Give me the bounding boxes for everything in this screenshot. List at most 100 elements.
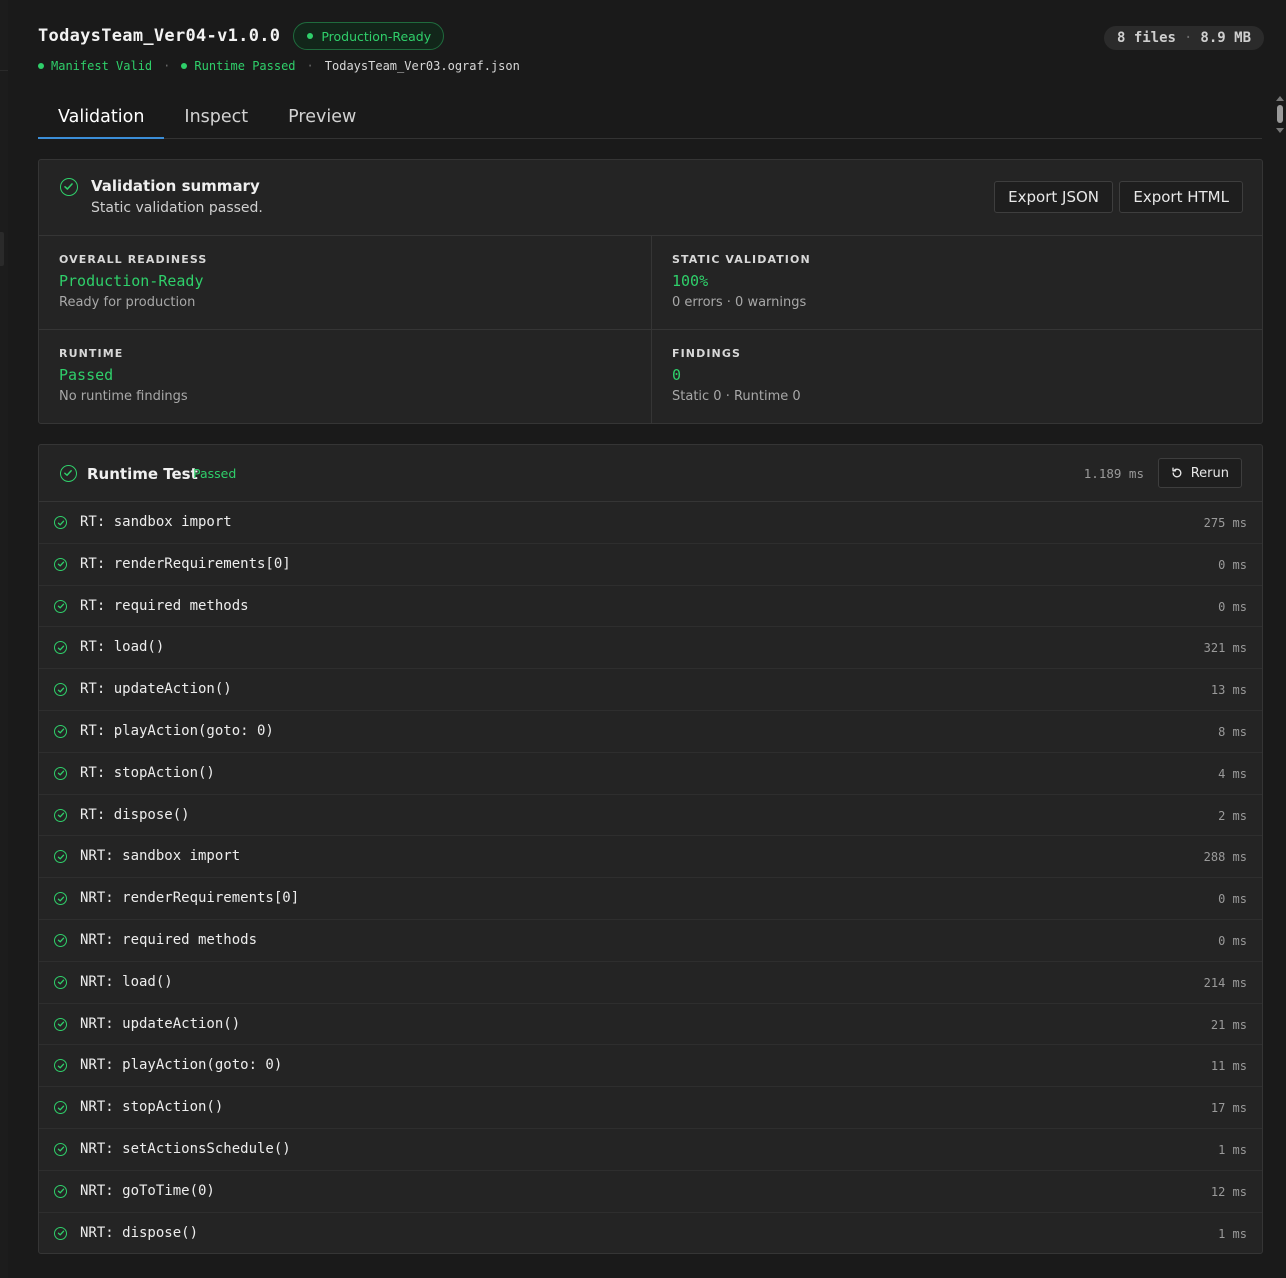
left-panel-divider <box>0 70 8 71</box>
check-circle-icon <box>54 1059 67 1073</box>
status-meta-row: Manifest Valid · Runtime Passed · Todays… <box>38 59 1264 73</box>
test-name: NRT: playAction(goto: 0) <box>80 1057 283 1074</box>
test-name: RT: required methods <box>80 597 249 614</box>
summary-header: Validation summary Static validation pas… <box>39 160 1262 236</box>
test-duration: 1 ms <box>1218 1142 1247 1157</box>
check-circle-icon <box>54 599 67 613</box>
check-circle-icon <box>54 724 67 738</box>
readiness-cell: OVERALL READINESS Production-Ready Ready… <box>39 236 651 330</box>
test-name: RT: updateAction() <box>80 681 232 698</box>
table-row: NRT: sandbox import 288 ms <box>39 836 1262 879</box>
table-row: RT: dispose() 2 ms <box>39 795 1262 837</box>
package-size: 8.9 MB <box>1200 30 1251 46</box>
tab-preview[interactable]: Preview <box>268 96 376 138</box>
test-duration: 0 ms <box>1218 557 1247 572</box>
tabs-scroll-indicator[interactable] <box>1276 96 1284 136</box>
scroll-up-icon[interactable] <box>1276 96 1284 101</box>
table-row: RT: renderRequirements[0] 0 ms <box>39 544 1262 586</box>
table-row: NRT: setActionsSchedule() 1 ms <box>39 1129 1262 1171</box>
check-circle-icon <box>54 641 67 655</box>
test-duration: 288 ms <box>1203 850 1247 865</box>
test-name: NRT: load() <box>80 973 173 990</box>
summary-subtitle: Static validation passed. <box>91 200 263 216</box>
static-validation-label: STATIC VALIDATION <box>672 253 811 266</box>
table-row: NRT: updateAction() 21 ms <box>39 1004 1262 1046</box>
table-row: RT: playAction(goto: 0) 8 ms <box>39 711 1262 753</box>
files-size-pill: 8 files · 8.9 MB <box>1103 26 1264 50</box>
rerun-button[interactable]: Rerun <box>1157 458 1242 488</box>
test-duration: 13 ms <box>1210 683 1247 698</box>
tab-inspect[interactable]: Inspect <box>164 96 268 138</box>
test-name: NRT: setActionsSchedule() <box>80 1140 291 1157</box>
test-duration: 0 ms <box>1218 892 1247 907</box>
test-name: RT: sandbox import <box>80 514 232 530</box>
findings-sub: Static 0 · Runtime 0 <box>672 389 801 404</box>
main-tabs: Validation Inspect Preview <box>38 96 1262 139</box>
summary-grid: OVERALL READINESS Production-Ready Ready… <box>39 236 1263 424</box>
check-circle-icon <box>54 892 67 906</box>
test-duration: 214 ms <box>1203 975 1247 990</box>
test-duration: 2 ms <box>1218 808 1247 823</box>
runtime-status-label: Runtime Passed <box>194 59 296 73</box>
check-circle-icon <box>54 1142 67 1156</box>
readiness-label: OVERALL READINESS <box>59 253 208 266</box>
tab-validation[interactable]: Validation <box>38 96 165 139</box>
scroll-down-icon[interactable] <box>1276 128 1284 133</box>
test-duration: 1 ms <box>1218 1226 1247 1241</box>
left-panel-edge <box>0 0 8 1278</box>
check-circle-icon <box>54 1017 67 1031</box>
runtime-label: RUNTIME <box>59 347 124 360</box>
test-duration: 8 ms <box>1218 724 1247 739</box>
export-json-button[interactable]: Export JSON <box>994 181 1113 213</box>
package-header: TodaysTeam_Ver04-v1.0.0 Production-Ready… <box>38 20 1264 80</box>
check-circle-icon <box>54 516 67 529</box>
runtime-cell: RUNTIME Passed No runtime findings <box>39 330 651 424</box>
status-dot-icon <box>181 63 188 69</box>
summary-title: Validation summary <box>91 177 260 195</box>
readiness-value: Production-Ready <box>59 272 204 290</box>
table-row: NRT: load() 214 ms <box>39 962 1262 1004</box>
readiness-badge-label: Production-Ready <box>321 28 432 44</box>
test-name: RT: renderRequirements[0] <box>80 555 291 572</box>
test-name: RT: load() <box>80 639 165 656</box>
table-row: RT: stopAction() 4 ms <box>39 753 1262 795</box>
check-circle-icon <box>54 850 67 864</box>
test-duration: 0 ms <box>1218 933 1247 948</box>
check-circle-icon <box>54 933 67 947</box>
export-html-button[interactable]: Export HTML <box>1119 181 1243 213</box>
findings-cell: FINDINGS 0 Static 0 · Runtime 0 <box>651 330 1263 424</box>
static-validation-value: 100% <box>672 272 709 290</box>
table-row: RT: sandbox import 275 ms <box>39 502 1262 544</box>
test-name: RT: dispose() <box>80 806 190 823</box>
check-circle-icon <box>54 1101 67 1115</box>
check-circle-icon <box>54 1226 67 1240</box>
check-circle-icon <box>54 808 67 822</box>
scroll-thumb[interactable] <box>1277 105 1283 123</box>
table-row: RT: required methods 0 ms <box>39 586 1262 628</box>
test-name: NRT: goToTime(0) <box>80 1182 215 1199</box>
runtime-sub: No runtime findings <box>59 389 188 404</box>
runtime-value: Passed <box>59 366 114 384</box>
runtime-test-card: Runtime Test Passed 1.189 ms Rerun RT: s… <box>38 444 1263 1254</box>
test-duration: 0 ms <box>1218 599 1247 614</box>
check-circle-icon <box>60 465 77 482</box>
findings-value: 0 <box>672 366 682 384</box>
left-panel-resize-handle[interactable] <box>0 232 4 266</box>
runtime-test-title: Runtime Test <box>87 465 198 483</box>
table-row: NRT: goToTime(0) 12 ms <box>39 1171 1262 1213</box>
table-row: NRT: stopAction() 17 ms <box>39 1087 1262 1129</box>
package-title: TodaysTeam_Ver04-v1.0.0 <box>38 26 281 46</box>
manifest-status-label: Manifest Valid <box>51 59 153 73</box>
test-duration: 12 ms <box>1210 1184 1247 1199</box>
test-name: NRT: sandbox import <box>80 848 241 865</box>
manifest-status: Manifest Valid <box>38 59 152 73</box>
table-row: NRT: dispose() 1 ms <box>39 1213 1262 1255</box>
static-validation-sub: 0 errors · 0 warnings <box>672 295 807 310</box>
table-row: RT: updateAction() 13 ms <box>39 669 1262 711</box>
status-dot-icon <box>307 33 314 39</box>
table-row: RT: load() 321 ms <box>39 627 1262 670</box>
check-circle-icon <box>60 178 78 196</box>
test-name: NRT: updateAction() <box>80 1015 241 1032</box>
table-row: NRT: required methods 0 ms <box>39 920 1262 962</box>
rerun-icon <box>1171 467 1183 479</box>
